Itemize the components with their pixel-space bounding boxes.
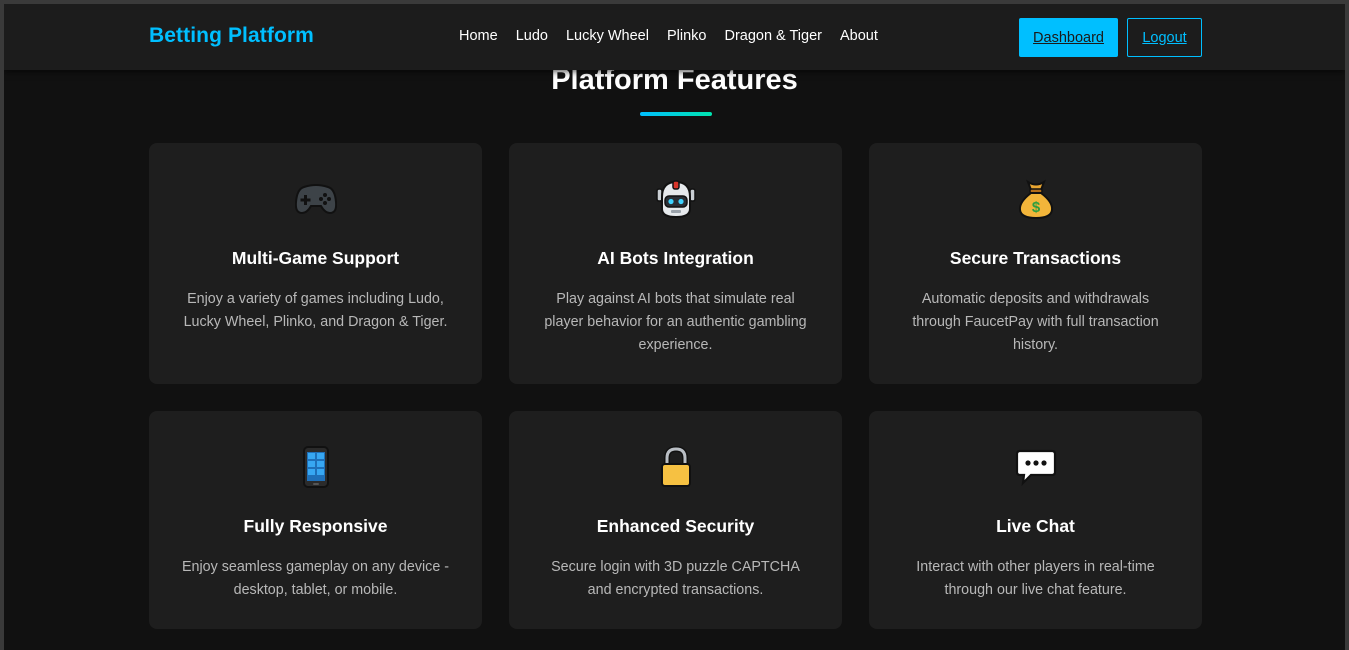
- feature-title: Secure Transactions: [949, 248, 1122, 268]
- lock-icon: [509, 445, 842, 489]
- nav-dragon-tiger[interactable]: Dragon & Tiger: [724, 28, 822, 44]
- robot-icon: [509, 177, 842, 221]
- feature-description: Automatic deposits and withdrawals throu…: [912, 291, 1159, 353]
- nav-ludo[interactable]: Ludo: [516, 28, 548, 44]
- nav-about[interactable]: About: [840, 28, 878, 44]
- feature-card-multi-game: Multi-Game Support Enjoy a variety of ga…: [149, 143, 482, 384]
- feature-title: Multi-Game Support: [231, 248, 400, 268]
- nav-home[interactable]: Home: [459, 28, 498, 44]
- feature-description: Interact with other players in real-time…: [916, 559, 1155, 598]
- feature-card-responsive: Fully Responsive Enjoy seamless gameplay…: [149, 411, 482, 629]
- feature-card-security: Enhanced Security Secure login with 3D p…: [509, 411, 842, 629]
- svg-text:$: $: [1031, 199, 1040, 216]
- feature-title: Enhanced Security: [596, 516, 755, 536]
- feature-card-ai-bots: AI Bots Integration Play against AI bots…: [509, 143, 842, 384]
- dashboard-button[interactable]: Dashboard: [1019, 18, 1118, 57]
- chat-bubble-icon: [869, 445, 1202, 489]
- nav-lucky-wheel[interactable]: Lucky Wheel: [566, 28, 649, 44]
- feature-description: Play against AI bots that simulate real …: [544, 291, 807, 353]
- page-frame: Betting Platform Home Ludo Lucky Wheel P…: [4, 4, 1345, 650]
- main-nav: Home Ludo Lucky Wheel Plinko Dragon & Ti…: [459, 28, 896, 44]
- feature-card-live-chat: Live Chat Interact with other players in…: [869, 411, 1202, 629]
- feature-description: Enjoy a variety of games including Ludo,…: [183, 291, 448, 330]
- title-underline: [640, 112, 712, 116]
- feature-title: Fully Responsive: [243, 516, 388, 536]
- feature-title: AI Bots Integration: [597, 248, 754, 268]
- feature-description: Enjoy seamless gameplay on any device - …: [181, 559, 449, 598]
- mobile-phone-icon: [149, 445, 482, 489]
- feature-description: Secure login with 3D puzzle CAPTCHA and …: [551, 559, 800, 598]
- money-bag-icon: $: [869, 177, 1202, 221]
- feature-title: Live Chat: [996, 516, 1075, 536]
- logout-button[interactable]: Logout: [1127, 18, 1202, 57]
- feature-card-secure-transactions: $ Secure Transactions Automatic deposits…: [869, 143, 1202, 384]
- nav-plinko[interactable]: Plinko: [667, 28, 707, 44]
- gamepad-icon: [149, 177, 482, 221]
- brand-logo[interactable]: Betting Platform: [149, 24, 314, 48]
- top-navbar: Betting Platform Home Ludo Lucky Wheel P…: [4, 4, 1345, 70]
